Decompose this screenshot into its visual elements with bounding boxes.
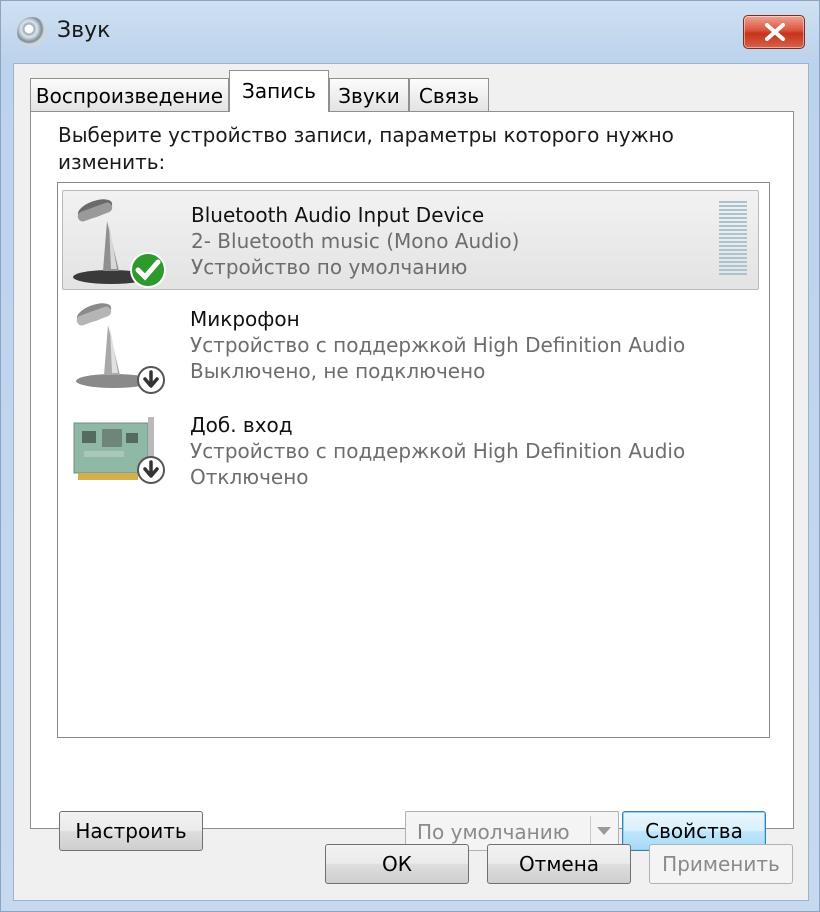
check-badge-icon — [130, 252, 166, 288]
down-arrow-badge-icon — [137, 456, 165, 484]
device-description: 2- Bluetooth music (Mono Audio) — [191, 229, 520, 253]
device-status: Отключено — [190, 465, 309, 489]
device-description: Устройство с поддержкой High Definition … — [190, 333, 686, 357]
down-arrow-badge-icon — [137, 366, 165, 394]
chevron-down-icon — [597, 827, 611, 835]
window-title: Звук — [57, 18, 111, 43]
device-microphone[interactable]: Микрофон Устройство с поддержкой High De… — [62, 295, 759, 395]
cancel-button[interactable]: Отмена — [487, 844, 631, 884]
recording-panel: Выберите устройство записи, параметры ко… — [30, 111, 794, 851]
tab-communications[interactable]: Связь — [409, 78, 489, 111]
device-name: Доб. вход — [190, 413, 293, 437]
tab-recording[interactable]: Запись — [229, 70, 329, 112]
device-description: Устройство с поддержкой High Definition … — [190, 439, 686, 463]
close-button[interactable] — [743, 15, 805, 49]
tab-playback[interactable]: Воспроизведение — [30, 78, 229, 111]
level-meter — [719, 201, 747, 279]
configure-button[interactable]: Настроить — [59, 811, 203, 851]
set-default-label: По умолчанию — [417, 820, 570, 844]
device-status: Выключено, не подключено — [190, 359, 486, 383]
instruction-text: Выберите устройство записи, параметры ко… — [58, 123, 674, 174]
tab-sounds[interactable]: Звуки — [329, 78, 409, 111]
device-name: Микрофон — [190, 307, 300, 331]
speaker-icon — [17, 17, 47, 47]
ok-button[interactable]: ОК — [325, 844, 469, 884]
device-line-in[interactable]: Доб. вход Устройство с поддержкой High D… — [62, 401, 759, 501]
device-bluetooth-audio-input[interactable]: Bluetooth Audio Input Device 2- Bluetoot… — [62, 190, 759, 290]
device-name: Bluetooth Audio Input Device — [191, 203, 485, 227]
device-status: Устройство по умолчанию — [191, 255, 468, 279]
title-bar[interactable]: Звук — [1, 1, 819, 63]
dialog-content: Воспроизведение Запись Звуки Связь Выбер… — [13, 63, 809, 901]
sound-dialog: Звук Воспроизведение Запись Звуки Связь … — [0, 0, 820, 912]
device-list[interactable]: Bluetooth Audio Input Device 2- Bluetoot… — [57, 182, 770, 738]
close-icon — [765, 23, 785, 41]
apply-button[interactable]: Применить — [649, 844, 793, 884]
